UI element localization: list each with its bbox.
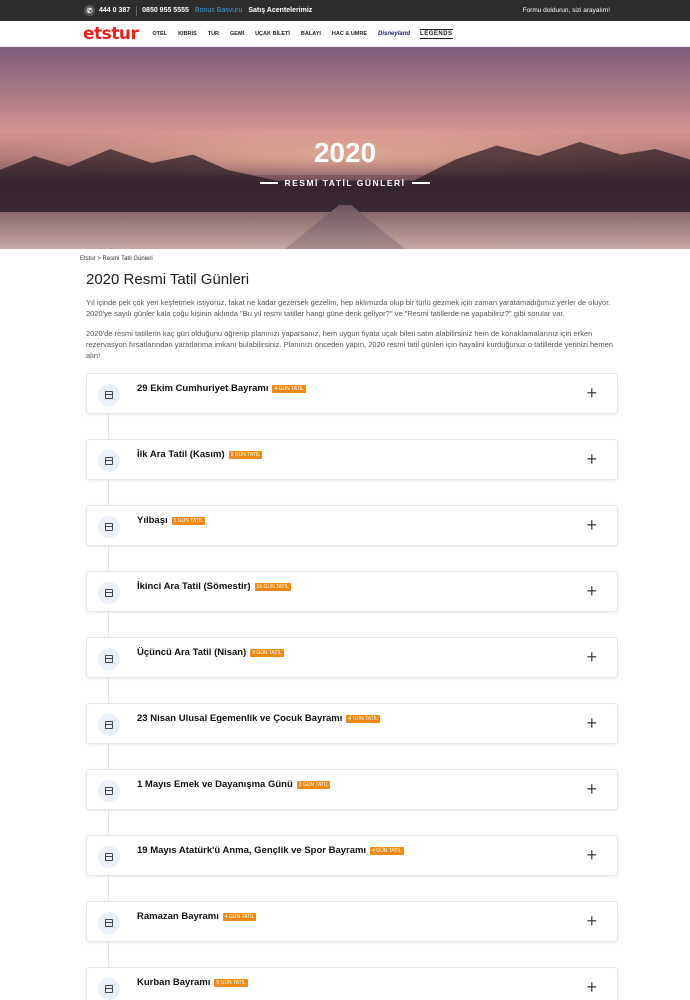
calendar-icon xyxy=(98,648,120,670)
expand-plus-icon[interactable]: + xyxy=(586,581,597,601)
calendar-icon xyxy=(98,912,120,934)
calendar-icon xyxy=(98,450,120,472)
holiday-name-text: 29 Ekim Cumhuriyet Bayramı xyxy=(137,383,269,394)
calendar-icon xyxy=(98,516,120,538)
nav-item-hac-umre[interactable]: HAC & UMRE xyxy=(332,31,367,37)
holiday-accordion-item[interactable]: 23 Nisan Ulusal Egemenlik ve Çocuk Bayra… xyxy=(86,703,618,744)
expand-plus-icon[interactable]: + xyxy=(586,845,597,865)
holiday-duration-badge: 4 GÜN TATİL xyxy=(370,847,404,855)
calendar-icon xyxy=(98,780,120,802)
holiday-name: Yılbaşı 1 GÜN TATİL xyxy=(137,515,206,526)
holiday-name: Üçüncü Ara Tatil (Nisan) 9 GÜN TATİL xyxy=(137,647,284,658)
expand-plus-icon[interactable]: + xyxy=(586,383,597,403)
holiday-duration-badge: 1 GÜN TATİL xyxy=(171,517,206,525)
holiday-name: İlk Ara Tatil (Kasım) 9 GÜN TATİL xyxy=(137,449,263,460)
main-nav: etstur OTEL KIBRIS TUR GEMİ UÇAK BİLETİ … xyxy=(0,21,690,47)
hero-title: 2020 xyxy=(313,137,377,168)
page-title: 2020 Resmi Tatil Günleri xyxy=(86,271,250,288)
nav-item-kibris[interactable]: KIBRIS xyxy=(178,31,197,37)
calendar-icon xyxy=(98,384,120,406)
holiday-accordion-item[interactable]: Yılbaşı 1 GÜN TATİL + xyxy=(86,505,618,546)
phone-icon: ✆ xyxy=(84,5,95,16)
holiday-duration-badge: 3 GÜN TATİL xyxy=(296,781,331,789)
phone-2[interactable]: 0850 955 5555 xyxy=(142,7,189,14)
holiday-name-text: Yılbaşı xyxy=(137,515,168,526)
holiday-name-text: Ramazan Bayramı xyxy=(137,911,219,922)
etstur-logo[interactable]: etstur xyxy=(83,24,139,44)
nav-item-tur[interactable]: TUR xyxy=(208,31,219,37)
expand-plus-icon[interactable]: + xyxy=(586,647,597,667)
phone-1-number: 444 0 387 xyxy=(99,7,131,14)
form-cta-link[interactable]: Formu doldurun, sizi arayalım! xyxy=(523,7,610,14)
expand-plus-icon[interactable]: + xyxy=(586,911,597,931)
disneyland-logo[interactable]: Disneyland xyxy=(378,31,410,37)
holiday-name-text: Kurban Bayramı xyxy=(137,977,211,988)
top-bar: ✆ 444 0 387 0850 955 5555 Bonus Basvuru … xyxy=(0,0,690,21)
holiday-list: 29 Ekim Cumhuriyet Bayramı 4 GÜN TATİL + İl… xyxy=(86,373,618,1000)
holiday-name-text: İlk Ara Tatil (Kasım) xyxy=(137,449,225,460)
agents-link[interactable]: Satış Acentelerimiz xyxy=(248,7,312,14)
hero-subtitle-text: RESMİ TATİL GÜNLERİ xyxy=(284,178,406,188)
holiday-duration-badge: 9 GÜN TATİL xyxy=(250,649,284,657)
holiday-name: 29 Ekim Cumhuriyet Bayramı 4 GÜN TATİL xyxy=(137,383,306,394)
expand-plus-icon[interactable]: + xyxy=(586,713,597,733)
holiday-name-text: 19 Mayıs Atatürk'ü Anma, Gençlik ve Spor… xyxy=(137,845,367,856)
holiday-name-text: 23 Nisan Ulusal Egemenlik ve Çocuk Bayra… xyxy=(137,713,343,724)
holiday-name: 1 Mayıs Emek ve Dayanışma Günü 3 GÜN TATİ… xyxy=(137,779,331,790)
phone-1[interactable]: ✆ 444 0 387 xyxy=(84,5,130,16)
holiday-accordion-item[interactable]: İkinci Ara Tatil (Sömestir) 16 GÜN TATİL + xyxy=(86,571,618,612)
holiday-duration-badge: 9 GÜN TATİL xyxy=(228,451,263,459)
holiday-name: Kurban Bayramı 5 GÜN TATİL xyxy=(137,977,248,988)
hero-subtitle: RESMİ TATİL GÜNLERİ xyxy=(0,178,690,188)
calendar-icon xyxy=(98,978,120,1000)
subtitle-line-left xyxy=(260,182,279,184)
breadcrumb[interactable]: Etstur > Resmi Tatil Günleri xyxy=(0,249,690,262)
holiday-name-text: 1 Mayıs Emek ve Dayanışma Günü xyxy=(137,779,293,790)
holiday-name: Ramazan Bayramı 4 GÜN TATİL xyxy=(137,911,257,922)
calendar-icon xyxy=(98,582,120,604)
holiday-name-text: Üçüncü Ara Tatil (Nisan) xyxy=(137,647,247,658)
nav-item-balayi[interactable]: BALAYI xyxy=(301,31,321,37)
expand-plus-icon[interactable]: + xyxy=(586,515,597,535)
nav-item-gemi[interactable]: GEMİ xyxy=(230,31,244,37)
nav-item-otel[interactable]: OTEL xyxy=(152,31,167,37)
expand-plus-icon[interactable]: + xyxy=(586,449,597,469)
calendar-icon xyxy=(98,846,120,868)
subtitle-line-right xyxy=(411,182,430,184)
holiday-duration-badge: 16 GÜN TATİL xyxy=(254,583,291,591)
legends-logo[interactable]: LEGENDS xyxy=(420,28,453,39)
holiday-name: İkinci Ara Tatil (Sömestir) 16 GÜN TATİL xyxy=(137,581,291,592)
expand-plus-icon[interactable]: + xyxy=(586,977,597,997)
bonus-link[interactable]: Bonus Basvuru xyxy=(195,7,242,14)
divider xyxy=(136,5,138,16)
holiday-duration-badge: 4 GÜN TATİL xyxy=(346,715,380,723)
holiday-name: 23 Nisan Ulusal Egemenlik ve Çocuk Bayra… xyxy=(137,713,380,724)
holiday-accordion-item[interactable]: Kurban Bayramı 5 GÜN TATİL + xyxy=(86,967,618,1000)
expand-plus-icon[interactable]: + xyxy=(586,779,597,799)
holiday-accordion-item[interactable]: İlk Ara Tatil (Kasım) 9 GÜN TATİL + xyxy=(86,439,618,480)
hero-banner: 2020 RESMİ TATİL GÜNLERİ xyxy=(0,47,690,249)
holiday-duration-badge: 4 GÜN TATİL xyxy=(222,913,257,921)
holiday-accordion-item[interactable]: 19 Mayıs Atatürk'ü Anma, Gençlik ve Spor… xyxy=(86,835,618,876)
holiday-name-text: İkinci Ara Tatil (Sömestir) xyxy=(137,581,251,592)
holiday-accordion-item[interactable]: 29 Ekim Cumhuriyet Bayramı 4 GÜN TATİL + xyxy=(86,373,618,414)
holiday-accordion-item[interactable]: Üçüncü Ara Tatil (Nisan) 9 GÜN TATİL + xyxy=(86,637,618,678)
holiday-accordion-item[interactable]: Ramazan Bayramı 4 GÜN TATİL + xyxy=(86,901,618,942)
holiday-duration-badge: 4 GÜN TATİL xyxy=(272,385,306,393)
intro-paragraph-1: Yıl içinde pek çok yeri keşfetmek istiyo… xyxy=(86,298,611,318)
holiday-name: 19 Mayıs Atatürk'ü Anma, Gençlik ve Spor… xyxy=(137,845,404,856)
intro-paragraph-2: 2020'de resmi tatillerin kaç gün olduğun… xyxy=(86,329,613,360)
nav-item-ucak-bileti[interactable]: UÇAK BİLETİ xyxy=(255,31,290,37)
calendar-icon xyxy=(98,714,120,736)
holiday-accordion-item[interactable]: 1 Mayıs Emek ve Dayanışma Günü 3 GÜN TATİ… xyxy=(86,769,618,810)
holiday-duration-badge: 5 GÜN TATİL xyxy=(214,979,248,987)
